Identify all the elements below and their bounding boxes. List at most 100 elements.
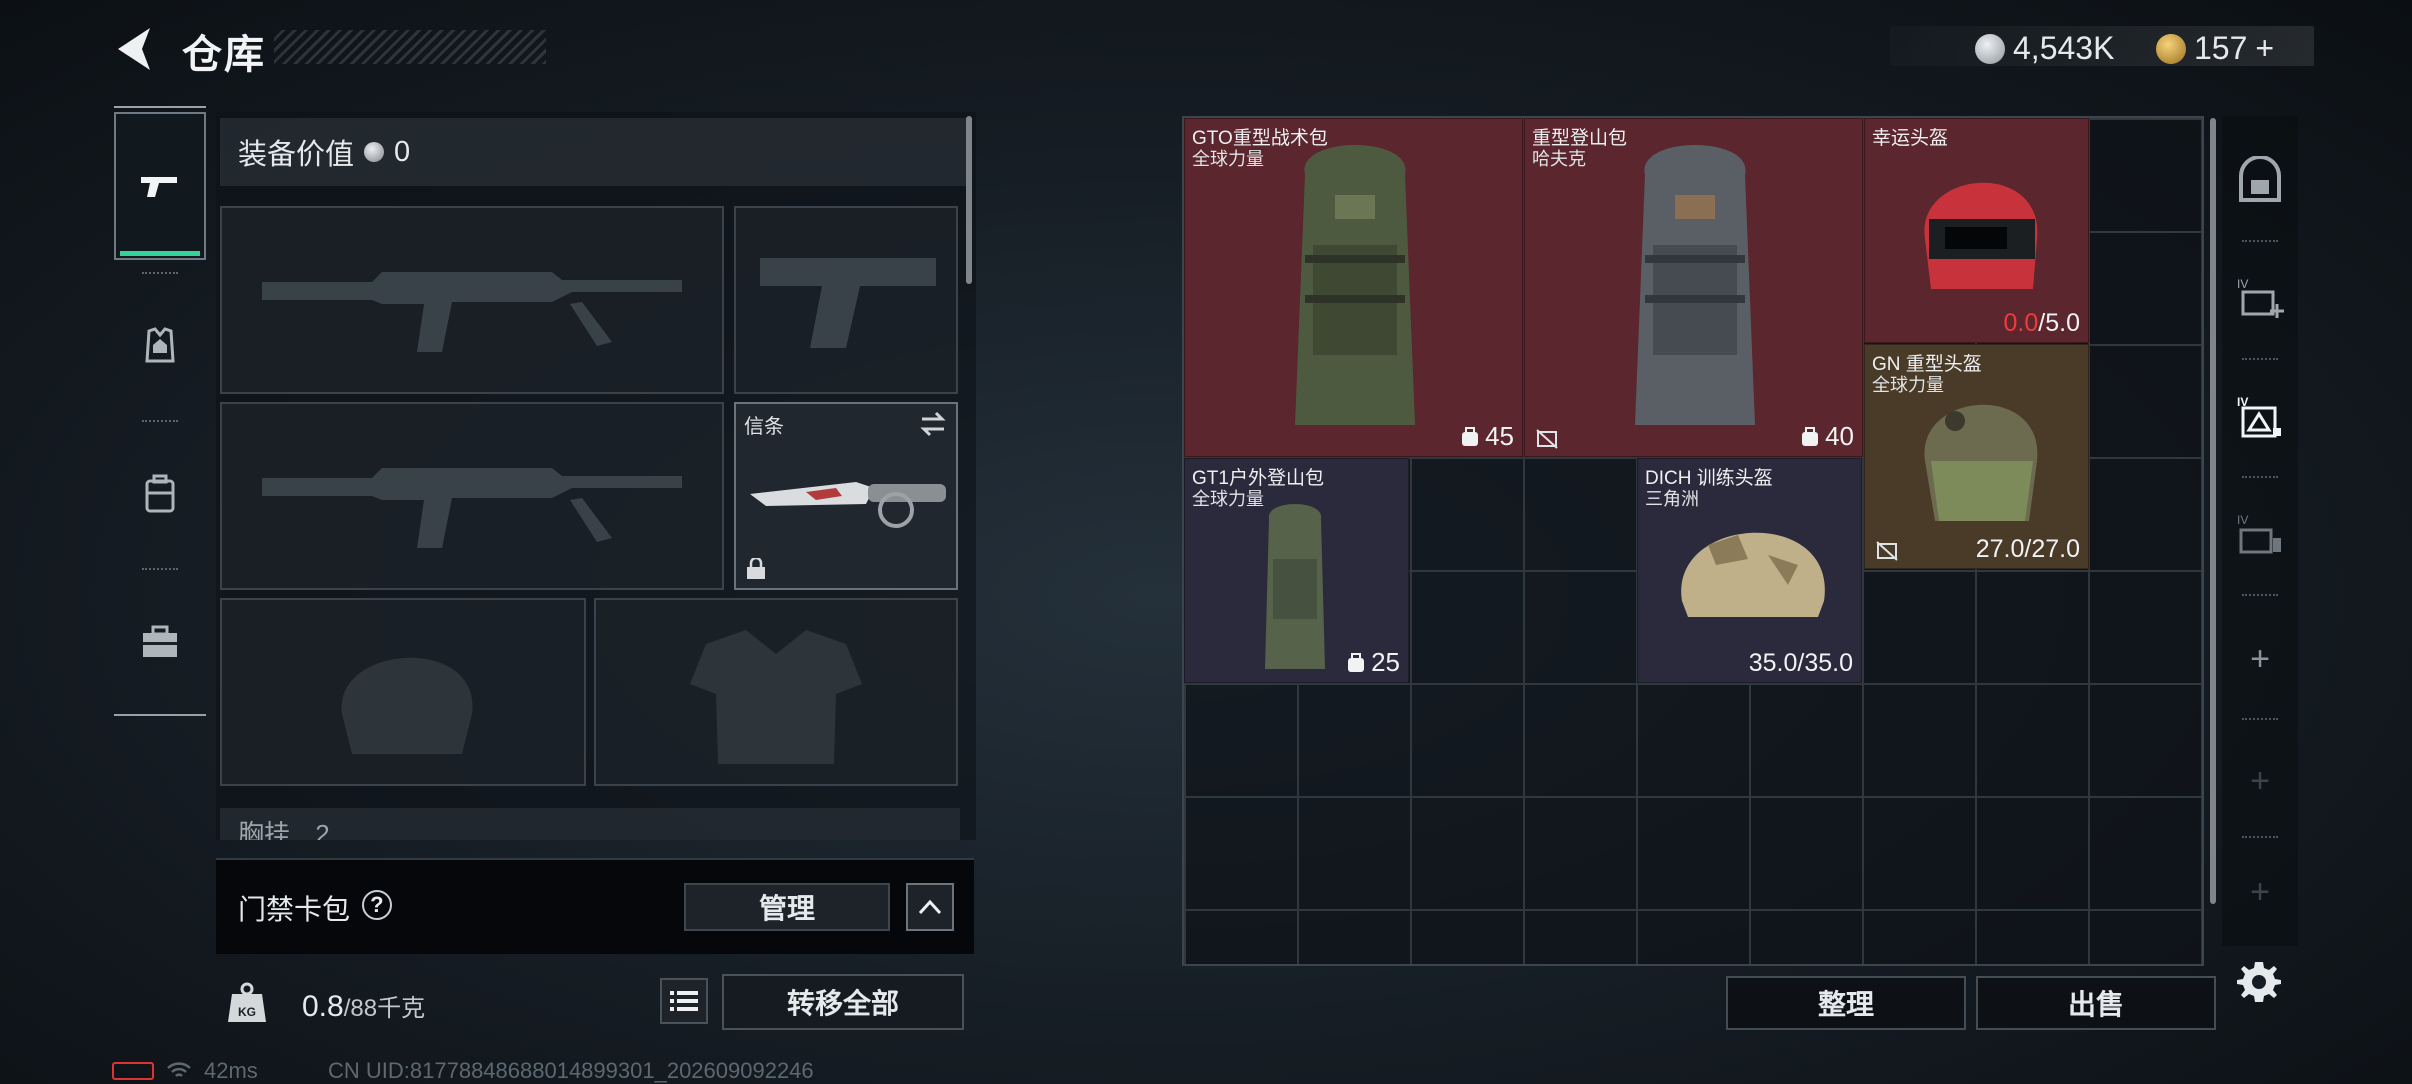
iv-armor-icon: IV xyxy=(2237,395,2281,438)
item-faction: 哈夫克 xyxy=(1532,149,1586,169)
pistol-icon xyxy=(141,177,177,197)
capacity-bag-icon xyxy=(1348,652,1365,672)
tab-armor-storage[interactable]: IV xyxy=(2222,358,2298,476)
backpack-icon xyxy=(1295,145,1415,425)
item-backpack-heavy[interactable]: 重型登山包 哈夫克 40 xyxy=(1524,118,1863,457)
helmet-icon xyxy=(1681,532,1825,617)
chest-rig-count: 2 xyxy=(315,819,330,840)
settings-gear-icon[interactable] xyxy=(2236,958,2282,1004)
iv-medkit-icon: IV xyxy=(2237,277,2284,318)
armor-slot[interactable] xyxy=(594,598,958,786)
weight-max: /88千克 xyxy=(343,995,426,1022)
manage-button[interactable]: 管理 xyxy=(684,883,890,931)
helmet-icon xyxy=(1924,182,2038,289)
iv-case-icon: IV xyxy=(2237,513,2281,554)
ping-text: 42ms xyxy=(204,1058,258,1083)
tab-backpack[interactable] xyxy=(114,420,206,568)
item-helmet-dich[interactable]: DICH 训练头盔 三角洲 35.0/35.0 xyxy=(1637,458,1862,683)
swap-icon[interactable] xyxy=(918,410,948,438)
gold-coin-icon xyxy=(2156,33,2186,64)
helmet-slot[interactable] xyxy=(220,598,586,786)
item-helmet-gn[interactable]: GN 重型头盔 全球力量 27.0/27.0 xyxy=(1864,344,2089,569)
sell-button[interactable]: 出售 xyxy=(1976,976,2216,1030)
silver-amount: 4,543K xyxy=(2013,30,2115,66)
add-tab-button-disabled: + xyxy=(2250,761,2270,800)
access-card-label: 门禁卡包 xyxy=(238,894,351,925)
add-currency-button[interactable]: + xyxy=(2255,30,2274,67)
tab-weapons[interactable] xyxy=(114,112,206,260)
silver-coin-icon xyxy=(364,142,385,162)
capacity-bag-icon xyxy=(1462,426,1479,446)
sort-button[interactable]: 整理 xyxy=(1726,976,1966,1030)
title-decoration xyxy=(274,30,546,64)
svg-text:IV: IV xyxy=(2237,277,2248,291)
durability-label: 27.0/27.0 xyxy=(1975,535,2080,563)
durability-label: 0.0/5.0 xyxy=(2003,309,2080,337)
rifle-icon xyxy=(262,272,682,352)
helmet-icon xyxy=(341,657,473,754)
primary-weapon-slot[interactable] xyxy=(220,206,724,394)
rifle-icon xyxy=(262,468,682,548)
battery-icon xyxy=(112,1062,154,1080)
uid-text: CN UID:817788486880148993​01_20260909224… xyxy=(328,1058,814,1083)
tab-safe-box[interactable] xyxy=(2222,122,2298,240)
transfer-all-button[interactable]: 转移全部 xyxy=(722,974,964,1030)
page-title: 仓库 xyxy=(182,33,266,77)
knife-icon xyxy=(750,482,946,528)
item-backpack-gt1[interactable]: GT1户外登山包 全球力量 25 xyxy=(1184,458,1409,683)
loadout-scrollbar[interactable] xyxy=(966,116,972,284)
loadout-category-tabs xyxy=(114,106,206,716)
capacity-label: 45 xyxy=(1459,421,1514,452)
no-trade-icon xyxy=(1876,541,1898,561)
backpack-icon xyxy=(1635,145,1755,425)
equip-value-amount: 0 xyxy=(394,135,411,168)
pistol-icon xyxy=(760,258,936,348)
item-faction: 全球力量 xyxy=(1192,149,1264,169)
list-icon xyxy=(670,991,698,1011)
kg-weight-icon: KG xyxy=(228,982,266,1022)
item-name: 幸运头盔 xyxy=(1872,128,1949,149)
currency-gold[interactable]: 157 + xyxy=(2156,30,2274,67)
secondary-weapon-slot[interactable] xyxy=(734,206,958,394)
status-line: 42ms xyxy=(112,1058,258,1084)
no-trade-icon xyxy=(1536,429,1558,449)
equip-value-label: 装备价值 xyxy=(238,139,355,171)
carry-weight: 0.8/88千克 xyxy=(302,988,425,1024)
armor-vest-icon xyxy=(145,327,175,363)
gold-amount: 157 xyxy=(2194,30,2248,66)
item-helmet-lucky[interactable]: 幸运头盔 0.0/5.0 xyxy=(1864,118,2089,343)
add-tab-button[interactable]: + xyxy=(2222,600,2298,718)
toolbox-icon xyxy=(143,625,177,657)
warehouse-scrollbar[interactable] xyxy=(2210,118,2216,904)
helmet-icon xyxy=(1924,404,2038,521)
safe-box-icon xyxy=(2239,156,2281,202)
chest-rig-row[interactable]: 胸挂 2 xyxy=(220,808,960,840)
back-arrow-icon[interactable] xyxy=(112,24,156,74)
tab-medkit[interactable]: IV xyxy=(2222,240,2298,358)
item-faction: 全球力量 xyxy=(1192,489,1264,509)
secondary-rifle-slot[interactable] xyxy=(220,402,724,590)
melee-weapon-slot[interactable]: 信条 xyxy=(734,402,958,590)
tab-toolbox[interactable] xyxy=(114,568,206,716)
capacity-bag-icon xyxy=(1802,426,1819,446)
currency-silver: 4,543K xyxy=(1975,30,2114,67)
backpack-icon xyxy=(1265,504,1325,669)
capacity-label: 40 xyxy=(1799,421,1854,452)
item-backpack-gto[interactable]: GTO重型战术包 全球力量 45 xyxy=(1184,118,1523,457)
weight-current: 0.8 xyxy=(302,990,344,1023)
lock-icon xyxy=(747,558,765,579)
list-view-button[interactable] xyxy=(660,978,708,1024)
tab-case[interactable]: IV xyxy=(2222,476,2298,594)
silver-coin-icon xyxy=(1975,33,2005,64)
collapse-button[interactable] xyxy=(906,883,954,931)
tab-armor[interactable] xyxy=(114,272,206,420)
capacity-label: 25 xyxy=(1345,647,1400,678)
svg-text:KG: KG xyxy=(238,1005,256,1019)
chevron-up-icon xyxy=(918,899,942,915)
wifi-icon xyxy=(167,1062,191,1077)
backpack-icon xyxy=(145,474,175,513)
add-tab-button-disabled: + xyxy=(2250,872,2270,911)
durability-label: 35.0/35.0 xyxy=(1748,649,1853,677)
melee-name: 信条 xyxy=(744,416,784,438)
armor-vest-icon xyxy=(690,630,862,764)
